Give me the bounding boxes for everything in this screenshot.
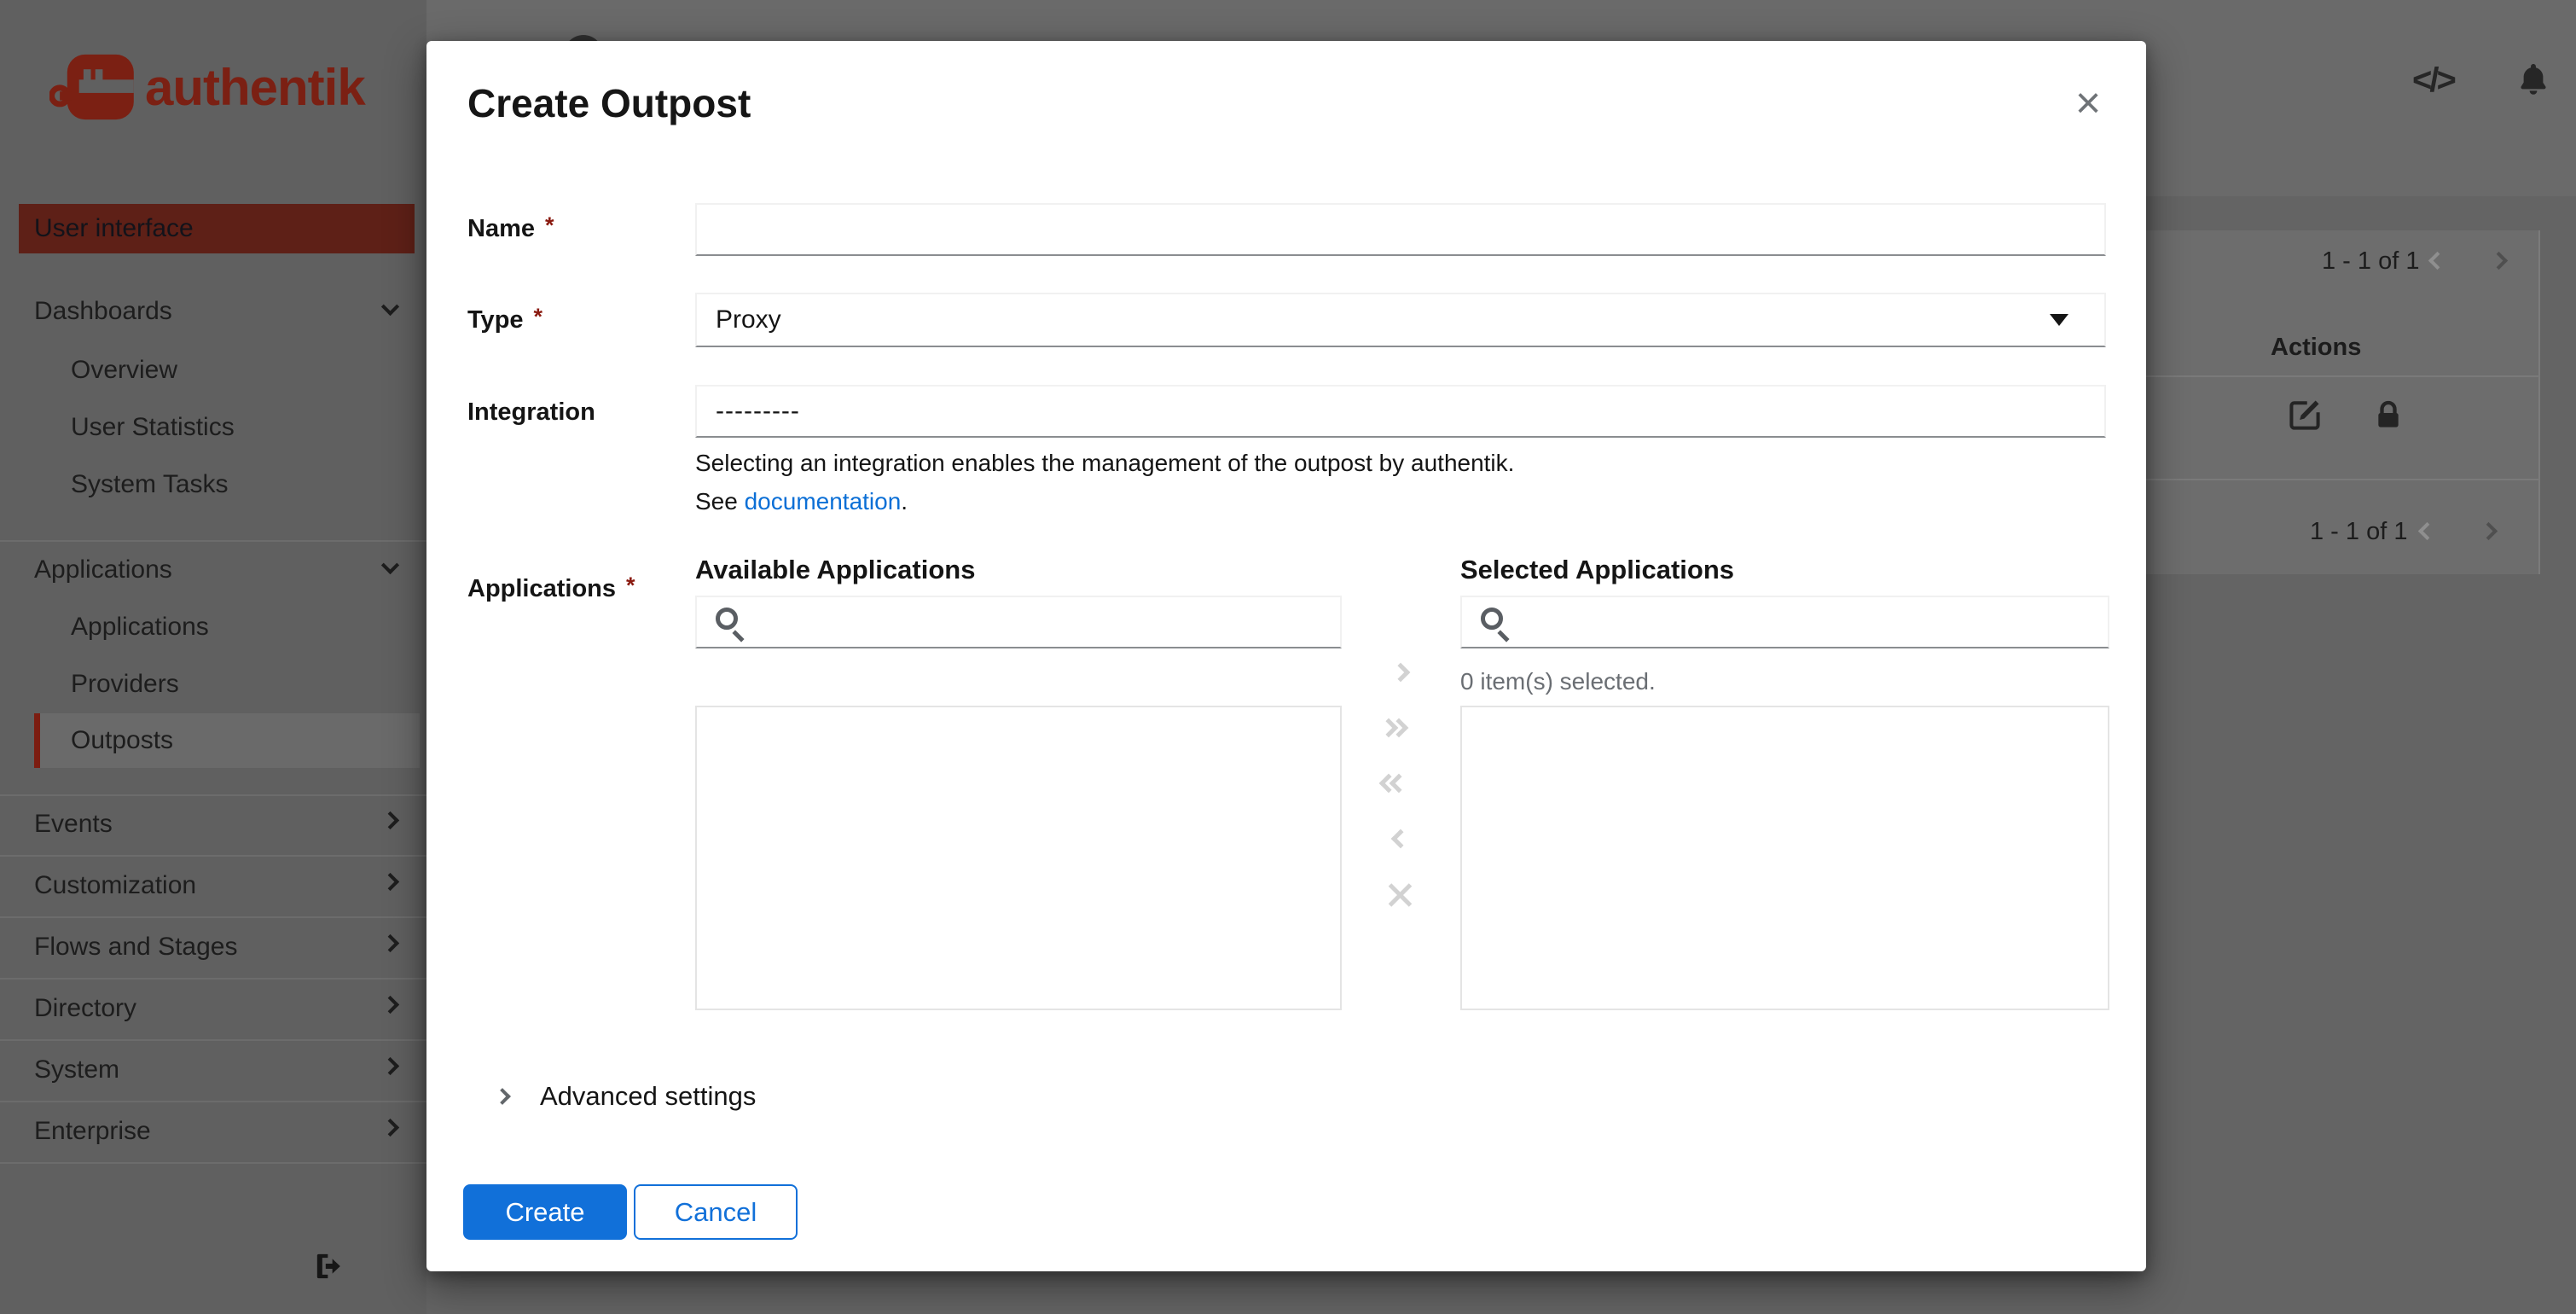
selected-search-input[interactable] <box>1522 601 2085 643</box>
integration-field-label: Integration <box>467 398 595 427</box>
required-marker: * <box>626 573 635 598</box>
sidebar-divider <box>0 1101 426 1102</box>
modal-title: Create Outpost <box>467 81 751 125</box>
type-field-label: Type * <box>467 304 543 334</box>
sidebar-group-enterprise[interactable]: Enterprise <box>34 1117 151 1146</box>
chevron-down-icon[interactable] <box>380 555 400 575</box>
name-field-label: Name * <box>467 212 554 243</box>
api-code-icon[interactable]: </> <box>2412 61 2457 100</box>
sidebar-divider <box>0 978 426 980</box>
sidebar-item-user-interface[interactable]: User interface <box>19 204 415 253</box>
close-icon[interactable]: × <box>2063 78 2114 130</box>
chevron-right-icon[interactable] <box>380 872 400 892</box>
sidebar-divider <box>0 794 426 796</box>
sidebar-divider <box>0 1039 426 1041</box>
documentation-link[interactable]: documentation <box>745 488 902 515</box>
selected-applications-listbox[interactable] <box>1460 706 2109 1010</box>
lock-outpost-icon[interactable] <box>2371 398 2405 433</box>
available-search-field[interactable] <box>695 596 1342 648</box>
type-select-value: Proxy <box>716 305 781 334</box>
selected-item-indicator <box>34 713 40 768</box>
required-marker: * <box>545 212 554 238</box>
move-selected-right-button[interactable] <box>1382 662 1419 683</box>
selected-applications-title: Selected Applications <box>1460 555 1734 584</box>
sidebar-divider <box>0 540 426 542</box>
help-period: . <box>901 488 908 515</box>
sidebar-item-overview[interactable]: Overview <box>71 356 177 385</box>
integration-help-line2: See documentation. <box>695 488 908 515</box>
sidebar-item-user-statistics[interactable]: User Statistics <box>71 413 235 442</box>
sidebar-item-system-tasks[interactable]: System Tasks <box>71 470 229 499</box>
cancel-button[interactable]: Cancel <box>634 1184 798 1240</box>
sidebar-group-customization[interactable]: Customization <box>34 871 196 900</box>
remove-all-button[interactable] <box>1384 879 1416 911</box>
chevron-right-icon[interactable] <box>380 1056 400 1076</box>
selected-count-text: 0 item(s) selected. <box>1460 668 1656 695</box>
sidebar-item-outposts[interactable]: Outposts <box>71 726 173 755</box>
sidebar-group-flows-and-stages[interactable]: Flows and Stages <box>34 933 237 962</box>
advanced-settings-toggle[interactable]: Advanced settings <box>540 1081 756 1112</box>
authentik-logo-icon <box>49 49 138 125</box>
sidebar-group-directory[interactable]: Directory <box>34 994 136 1023</box>
chevron-down-icon[interactable] <box>380 297 400 317</box>
notifications-bell-icon[interactable] <box>2515 60 2552 99</box>
help-see-text: See <box>695 488 745 515</box>
required-marker: * <box>533 304 543 329</box>
integration-select-value: --------- <box>716 397 800 425</box>
create-button[interactable]: Create <box>463 1184 627 1240</box>
actions-column-header: Actions <box>2271 334 2362 361</box>
sidebar-group-system[interactable]: System <box>34 1055 119 1084</box>
chevron-right-icon[interactable] <box>380 933 400 953</box>
search-icon <box>1481 608 1503 630</box>
sidebar-item-providers[interactable]: Providers <box>71 670 179 699</box>
name-input[interactable] <box>695 203 2106 256</box>
edit-outpost-icon[interactable] <box>2286 396 2324 433</box>
label-text: Name <box>467 215 535 242</box>
pagination-top-label: 1 - 1 of 1 <box>2322 247 2420 275</box>
available-applications-listbox[interactable] <box>695 706 1342 1010</box>
label-text: Type <box>467 306 524 334</box>
type-select[interactable]: Proxy <box>695 293 2106 347</box>
integration-help-text: Selecting an integration enables the man… <box>695 450 1515 476</box>
selected-search-field[interactable] <box>1460 596 2109 648</box>
move-selected-left-button[interactable] <box>1382 829 1419 850</box>
sidebar-group-dashboards[interactable]: Dashboards <box>34 297 172 326</box>
integration-select[interactable]: --------- <box>695 385 2106 438</box>
move-all-right-button[interactable] <box>1375 718 1413 739</box>
chevron-right-icon[interactable] <box>380 1118 400 1137</box>
sidebar-item-applications[interactable]: Applications <box>71 613 209 642</box>
angle-right-icon <box>1390 662 1411 683</box>
move-all-left-button[interactable] <box>1375 773 1413 794</box>
search-icon <box>716 608 738 630</box>
angle-left-icon <box>1390 829 1411 849</box>
sidebar-divider <box>0 916 426 918</box>
available-search-input[interactable] <box>757 601 1320 643</box>
applications-field-label: Applications * <box>467 573 635 603</box>
sidebar-group-applications[interactable]: Applications <box>34 555 172 584</box>
sidebar-divider <box>0 855 426 857</box>
sidebar-item-label: User interface <box>34 214 194 242</box>
available-applications-title: Available Applications <box>695 555 976 584</box>
sidebar: authentik User interface Dashboards Over… <box>0 0 426 1314</box>
create-outpost-modal: Create Outpost × Name * Type * Proxy Integ… <box>426 41 2146 1271</box>
sign-out-icon[interactable] <box>312 1249 346 1283</box>
label-text: Applications <box>467 575 617 602</box>
chevron-right-icon[interactable] <box>380 995 400 1015</box>
brand-name: authentik <box>145 58 366 116</box>
chevron-right-icon[interactable] <box>494 1088 511 1105</box>
pagination-bottom-label: 1 - 1 of 1 <box>2310 518 2408 545</box>
chevron-right-icon[interactable] <box>380 811 400 830</box>
brand[interactable]: authentik <box>49 48 366 126</box>
sidebar-divider <box>0 1162 426 1164</box>
caret-down-icon <box>2050 314 2068 326</box>
sidebar-group-events[interactable]: Events <box>34 810 113 839</box>
label-text: Integration <box>467 398 595 426</box>
